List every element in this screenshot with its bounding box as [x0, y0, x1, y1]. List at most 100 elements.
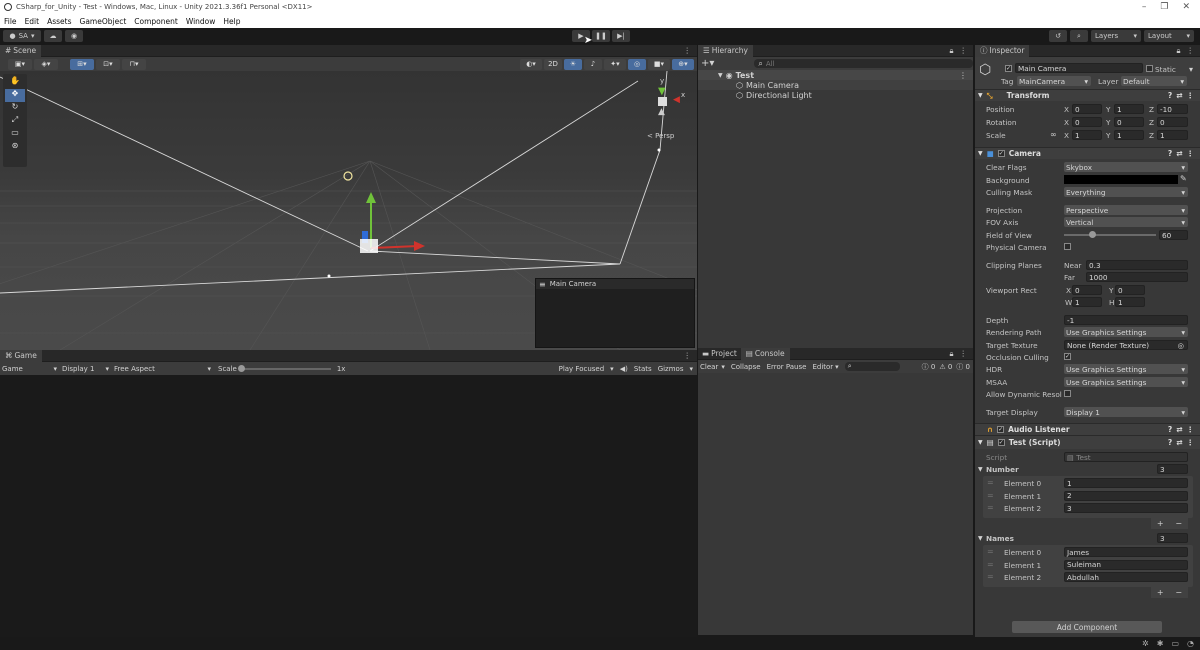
tab-scene[interactable]: # Scene [0, 44, 42, 57]
target-texture-field[interactable]: None (Render Texture) ◎ [1064, 340, 1188, 350]
transform-y-field[interactable]: 0 [1114, 117, 1144, 127]
camera-dropdown[interactable]: ■▾ [648, 58, 670, 70]
preset-icon[interactable]: ⇄ [1176, 91, 1182, 100]
mute-audio-icon[interactable]: ◀) [620, 365, 628, 373]
effects-dropdown[interactable]: ✦▾ [604, 58, 626, 70]
far-field[interactable]: 1000 [1086, 272, 1188, 282]
chevron-down-icon[interactable]: ▾ [689, 365, 693, 373]
maximize-icon[interactable]: ❐ [1160, 2, 1168, 12]
minimize-icon[interactable]: – [1142, 2, 1147, 12]
depth-field[interactable]: -1 [1064, 315, 1188, 325]
drag-handle-icon[interactable]: = [987, 572, 994, 581]
game-mode-dropdown[interactable]: Game ▾ [2, 365, 60, 373]
menu-window[interactable]: Window [186, 17, 216, 26]
preset-icon[interactable]: ⇄ [1176, 438, 1182, 447]
aspect-dropdown[interactable]: Free Aspect ▾ [114, 365, 214, 373]
transform-y-field[interactable]: 1 [1114, 130, 1144, 140]
script-header[interactable]: ▼ ▤ ✓ Test (Script) ? ⇄ ⋮ [975, 435, 1200, 449]
step-button[interactable]: ▶| [612, 30, 630, 42]
lock-icon[interactable]: 🔒︎ [950, 349, 954, 359]
remove-element-icon[interactable]: − [1175, 588, 1182, 597]
menu-file[interactable]: File [4, 17, 17, 26]
static-checkbox[interactable] [1146, 65, 1153, 72]
hierarchy-search[interactable]: ⌕ All [754, 59, 973, 68]
element-field[interactable]: Suleiman [1064, 559, 1188, 570]
auto-refresh-icon[interactable]: ◔ [1187, 639, 1194, 648]
target-display-dropdown[interactable]: Display 1 ▾ [1064, 407, 1188, 417]
slider-handle[interactable] [237, 364, 245, 372]
element-field[interactable]: 2 [1064, 490, 1188, 501]
bug-icon[interactable]: ✱ [1157, 639, 1164, 648]
menu-edit[interactable]: Edit [25, 17, 40, 26]
transform-z-field[interactable]: -10 [1157, 104, 1188, 114]
move-tool-icon[interactable]: ✥ [5, 89, 25, 102]
help-icon[interactable]: ? [1168, 149, 1172, 158]
add-component-button[interactable]: Add Component [1012, 621, 1162, 633]
layers-dropdown[interactable]: Layers ▾ [1091, 30, 1141, 42]
add-icon[interactable]: +▾ [701, 58, 714, 69]
close-icon[interactable]: ✕ [1182, 2, 1190, 12]
more-menu-icon[interactable]: ⋮ [1187, 149, 1195, 158]
lock-icon[interactable]: 🔒︎ [1177, 46, 1181, 56]
lock-icon[interactable]: 🔒︎ [950, 46, 954, 56]
eyedropper-icon[interactable]: ✎ [1180, 174, 1187, 183]
viewport-y-field[interactable]: 0 [1115, 285, 1145, 295]
transform-x-field[interactable]: 0 [1072, 104, 1102, 114]
audio-toggle[interactable]: ♪ [584, 58, 602, 70]
more-menu-icon[interactable]: ⋮ [684, 351, 692, 360]
camera-enabled-checkbox[interactable]: ✓ [997, 150, 1005, 157]
msaa-dropdown[interactable]: Use Graphics Settings ▾ [1064, 377, 1188, 387]
preset-icon[interactable]: ⇄ [1176, 425, 1182, 434]
camera-header[interactable]: ▼ ■ ✓ Camera ? ⇄ ⋮ [975, 147, 1200, 159]
projection-label[interactable]: < Persp [647, 132, 674, 140]
more-menu-icon[interactable]: ⋮ [684, 46, 692, 55]
hierarchy-item-directional-light[interactable]: ⬡ Directional Light [698, 90, 973, 100]
script-enabled-checkbox[interactable]: ✓ [997, 439, 1005, 446]
more-menu-icon[interactable]: ⋮ [1187, 425, 1195, 434]
remove-element-icon[interactable]: − [1175, 519, 1182, 528]
more-menu-icon[interactable]: ⋮ [959, 71, 967, 80]
undo-history-button[interactable]: ↺ [1049, 30, 1067, 42]
add-element-icon[interactable]: + [1157, 519, 1164, 528]
menu-assets[interactable]: Assets [47, 17, 71, 26]
cloud-button[interactable]: ☁ [44, 30, 62, 42]
transform-header[interactable]: ▼ ⤡ Transform ? ⇄ ⋮ [975, 89, 1200, 101]
viewport-x-field[interactable]: 0 [1072, 285, 1102, 295]
error-pause-toggle[interactable]: Error Pause [767, 363, 807, 371]
warning-count-toggle[interactable]: ⚠ 0 [939, 363, 952, 371]
projection-dropdown[interactable]: Perspective ▾ [1064, 205, 1188, 215]
expand-arrow-icon[interactable]: ▼ [978, 466, 983, 473]
layer-dropdown[interactable]: Default ▾ [1121, 76, 1187, 86]
tag-dropdown[interactable]: MainCamera ▾ [1017, 76, 1091, 86]
drag-handle-icon[interactable]: = [987, 491, 994, 500]
scene-viewport[interactable]: y ▼ ◀ x ▲ < Persp ✋ ✥ ↻ ⤢ ▭ ⊛ ≡ Main Cam… [0, 71, 697, 350]
add-element-icon[interactable]: + [1157, 588, 1164, 597]
drag-handle-icon[interactable]: = [987, 503, 994, 512]
names-size-field[interactable]: 3 [1157, 533, 1188, 543]
2d-toggle[interactable]: 2D [544, 58, 562, 70]
gizmos-button[interactable]: Gizmos [658, 365, 684, 373]
scene-gizmo[interactable]: y ▼ ◀ x ▲ [643, 77, 685, 127]
console-search[interactable]: ⌕ [844, 362, 900, 371]
element-field[interactable]: 3 [1064, 503, 1188, 513]
element-field[interactable]: James [1064, 547, 1188, 557]
viewport-w-field[interactable]: 1 [1072, 297, 1102, 307]
display-dropdown[interactable]: Display 1 ▾ [62, 365, 112, 373]
more-menu-icon[interactable]: ⋮ [1187, 438, 1195, 447]
activity-icon[interactable]: ✲ [1142, 639, 1149, 648]
cache-icon[interactable]: ▭ [1171, 639, 1179, 648]
occlusion-checkbox[interactable]: ✓ [1064, 353, 1071, 360]
scale-tool-icon[interactable]: ⤢ [5, 115, 25, 128]
more-menu-icon[interactable]: ⋮ [960, 46, 968, 55]
lighting-toggle[interactable]: ☀ [564, 58, 582, 70]
ruler-dropdown[interactable]: ⊓▾ [122, 58, 146, 70]
more-menu-icon[interactable]: ⋮ [1187, 91, 1195, 100]
search-button[interactable]: ⌕ [1070, 30, 1088, 42]
visibility-toggle[interactable]: ◎ [628, 58, 646, 70]
hierarchy-scene-row[interactable]: ▼ ◉ Test ⋮ [698, 70, 973, 80]
link-icon[interactable]: ∞ [1050, 130, 1057, 139]
menu-help[interactable]: Help [223, 17, 240, 26]
tab-project[interactable]: ▬ Project [698, 349, 741, 358]
background-color-field[interactable] [1064, 175, 1178, 184]
more-menu-icon[interactable]: ⋮ [1187, 46, 1195, 55]
